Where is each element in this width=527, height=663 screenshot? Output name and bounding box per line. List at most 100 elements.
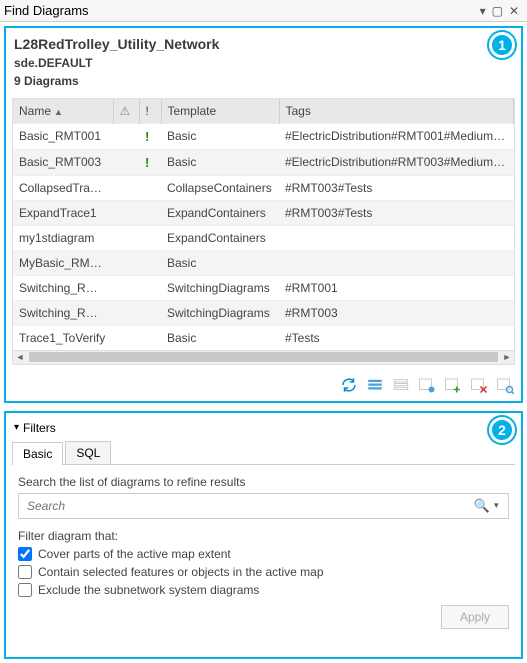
cell-name: Basic_RMT001 bbox=[13, 123, 113, 149]
col-header-warning[interactable]: ⚠ bbox=[113, 99, 139, 123]
cell-tags: #RMT003#Tests bbox=[279, 175, 514, 200]
scroll-right-icon[interactable]: ► bbox=[500, 352, 514, 362]
cell-tags: #RMT001 bbox=[279, 275, 514, 300]
cell-template: SwitchingDiagrams bbox=[161, 275, 279, 300]
scrollbar-thumb[interactable] bbox=[29, 352, 498, 362]
cell-tags: #RMT003#Tests bbox=[279, 200, 514, 225]
cell-exclamation bbox=[139, 200, 161, 225]
col-header-exclamation[interactable]: ! bbox=[139, 99, 161, 123]
cell-template: Basic bbox=[161, 325, 279, 350]
tab-sql[interactable]: SQL bbox=[65, 441, 111, 464]
cell-warning bbox=[113, 250, 139, 275]
check-row-exclude: Exclude the subnetwork system diagrams bbox=[18, 583, 509, 597]
callout-badge-2: 2 bbox=[489, 417, 515, 443]
cell-name: Switching_RMT001 bbox=[13, 275, 113, 300]
remove-diagram-button[interactable] bbox=[469, 375, 489, 395]
cell-warning bbox=[113, 225, 139, 250]
table-row[interactable]: Trace1_ToVerify Basic#Tests bbox=[13, 325, 514, 350]
cell-exclamation bbox=[139, 300, 161, 325]
cell-tags: #ElectricDistribution#RMT003#Medium Volt… bbox=[279, 149, 514, 175]
col-header-tags[interactable]: Tags bbox=[279, 99, 514, 123]
cell-name: my1stdiagram bbox=[13, 225, 113, 250]
filters-title: Filters bbox=[23, 421, 56, 435]
search-dropdown-icon[interactable]: ▾ bbox=[494, 500, 508, 511]
select-all-button[interactable] bbox=[365, 375, 385, 395]
cell-tags: #Tests bbox=[279, 325, 514, 350]
cell-name: CollapsedTrace1 bbox=[13, 175, 113, 200]
cell-template: Basic bbox=[161, 123, 279, 149]
window-controls: ▾ ▢ ✕ bbox=[480, 5, 523, 17]
close-icon[interactable]: ✕ bbox=[509, 5, 519, 17]
cell-tags: #ElectricDistribution#RMT001#Medium Volt… bbox=[279, 123, 514, 149]
table-row[interactable]: Switching_RMT003 SwitchingDiagrams#RMT003 bbox=[13, 300, 514, 325]
cell-template: ExpandContainers bbox=[161, 200, 279, 225]
maximize-icon[interactable]: ▢ bbox=[492, 5, 503, 17]
diagram-table: Name▲ ⚠ ! Template Tags Basic_RMT001!Bas… bbox=[12, 98, 515, 365]
add-diagram-button[interactable] bbox=[443, 375, 463, 395]
cell-warning bbox=[113, 275, 139, 300]
cell-tags bbox=[279, 225, 514, 250]
clear-selection-button[interactable] bbox=[391, 375, 411, 395]
cell-name: Basic_RMT003 bbox=[13, 149, 113, 175]
table-row[interactable]: Basic_RMT001!Basic#ElectricDistribution#… bbox=[13, 123, 514, 149]
network-name: L28RedTrolley_Utility_Network bbox=[14, 36, 515, 52]
col-header-template[interactable]: Template bbox=[161, 99, 279, 123]
zoom-to-diagram-button[interactable] bbox=[495, 375, 515, 395]
geodatabase-name: sde.DEFAULT bbox=[14, 56, 515, 70]
chevron-down-icon: ▾ bbox=[14, 422, 19, 433]
cell-warning bbox=[113, 300, 139, 325]
cell-template: Basic bbox=[161, 149, 279, 175]
cell-warning bbox=[113, 149, 139, 175]
window-title: Find Diagrams bbox=[4, 3, 480, 18]
cell-template: CollapseContainers bbox=[161, 175, 279, 200]
table-row[interactable]: ExpandTrace1ExpandContainers#RMT003#Test… bbox=[13, 200, 514, 225]
check-exclude[interactable] bbox=[18, 583, 32, 597]
tab-basic[interactable]: Basic bbox=[12, 442, 63, 465]
horizontal-scrollbar[interactable]: ◄ ► bbox=[13, 350, 514, 364]
cell-warning bbox=[113, 200, 139, 225]
cell-exclamation bbox=[139, 250, 161, 275]
search-label: Search the list of diagrams to refine re… bbox=[18, 475, 509, 489]
filter-body: Search the list of diagrams to refine re… bbox=[12, 465, 515, 635]
table-row[interactable]: my1stdiagramExpandContainers bbox=[13, 225, 514, 250]
open-diagram-button[interactable] bbox=[417, 375, 437, 395]
col-header-name[interactable]: Name▲ bbox=[13, 99, 113, 123]
filters-header[interactable]: ▾ Filters bbox=[12, 419, 515, 441]
cell-exclamation bbox=[139, 325, 161, 350]
scroll-left-icon[interactable]: ◄ bbox=[13, 352, 27, 362]
cell-warning bbox=[113, 123, 139, 149]
cell-warning bbox=[113, 175, 139, 200]
check-selected[interactable] bbox=[18, 565, 32, 579]
cell-template: SwitchingDiagrams bbox=[161, 300, 279, 325]
cell-exclamation: ! bbox=[139, 123, 161, 149]
cell-name: Switching_RMT003 bbox=[13, 300, 113, 325]
table-row[interactable]: Switching_RMT001 SwitchingDiagrams#RMT001 bbox=[13, 275, 514, 300]
filter-group-label: Filter diagram that: bbox=[18, 529, 509, 543]
search-input[interactable] bbox=[19, 499, 470, 513]
cell-exclamation: ! bbox=[139, 149, 161, 175]
cell-exclamation bbox=[139, 175, 161, 200]
table-row[interactable]: MyBasic_RMT003Basic bbox=[13, 250, 514, 275]
check-row-selected: Contain selected features or objects in … bbox=[18, 565, 509, 579]
check-row-extent: Cover parts of the active map extent bbox=[18, 547, 509, 561]
diagram-count: 9 Diagrams bbox=[14, 74, 515, 88]
table-row[interactable]: CollapsedTrace1 CollapseContainers#RMT003… bbox=[13, 175, 514, 200]
cell-exclamation bbox=[139, 225, 161, 250]
apply-button[interactable]: Apply bbox=[441, 605, 509, 629]
cell-tags bbox=[279, 250, 514, 275]
results-section: 1 L28RedTrolley_Utility_Network sde.DEFA… bbox=[4, 26, 523, 403]
check-extent-label: Cover parts of the active map extent bbox=[38, 547, 231, 561]
sort-asc-icon: ▲ bbox=[54, 107, 63, 117]
cell-warning bbox=[113, 325, 139, 350]
check-selected-label: Contain selected features or objects in … bbox=[38, 565, 324, 579]
cell-name: Trace1_ToVerify bbox=[13, 325, 113, 350]
refresh-button[interactable] bbox=[339, 375, 359, 395]
search-icon[interactable]: 🔍 bbox=[470, 498, 494, 514]
dropdown-icon[interactable]: ▾ bbox=[480, 5, 486, 17]
table-row[interactable]: Basic_RMT003!Basic#ElectricDistribution#… bbox=[13, 149, 514, 175]
cell-template: Basic bbox=[161, 250, 279, 275]
check-extent[interactable] bbox=[18, 547, 32, 561]
table-header-row: Name▲ ⚠ ! Template Tags bbox=[13, 99, 514, 123]
cell-tags: #RMT003 bbox=[279, 300, 514, 325]
cell-exclamation bbox=[139, 275, 161, 300]
